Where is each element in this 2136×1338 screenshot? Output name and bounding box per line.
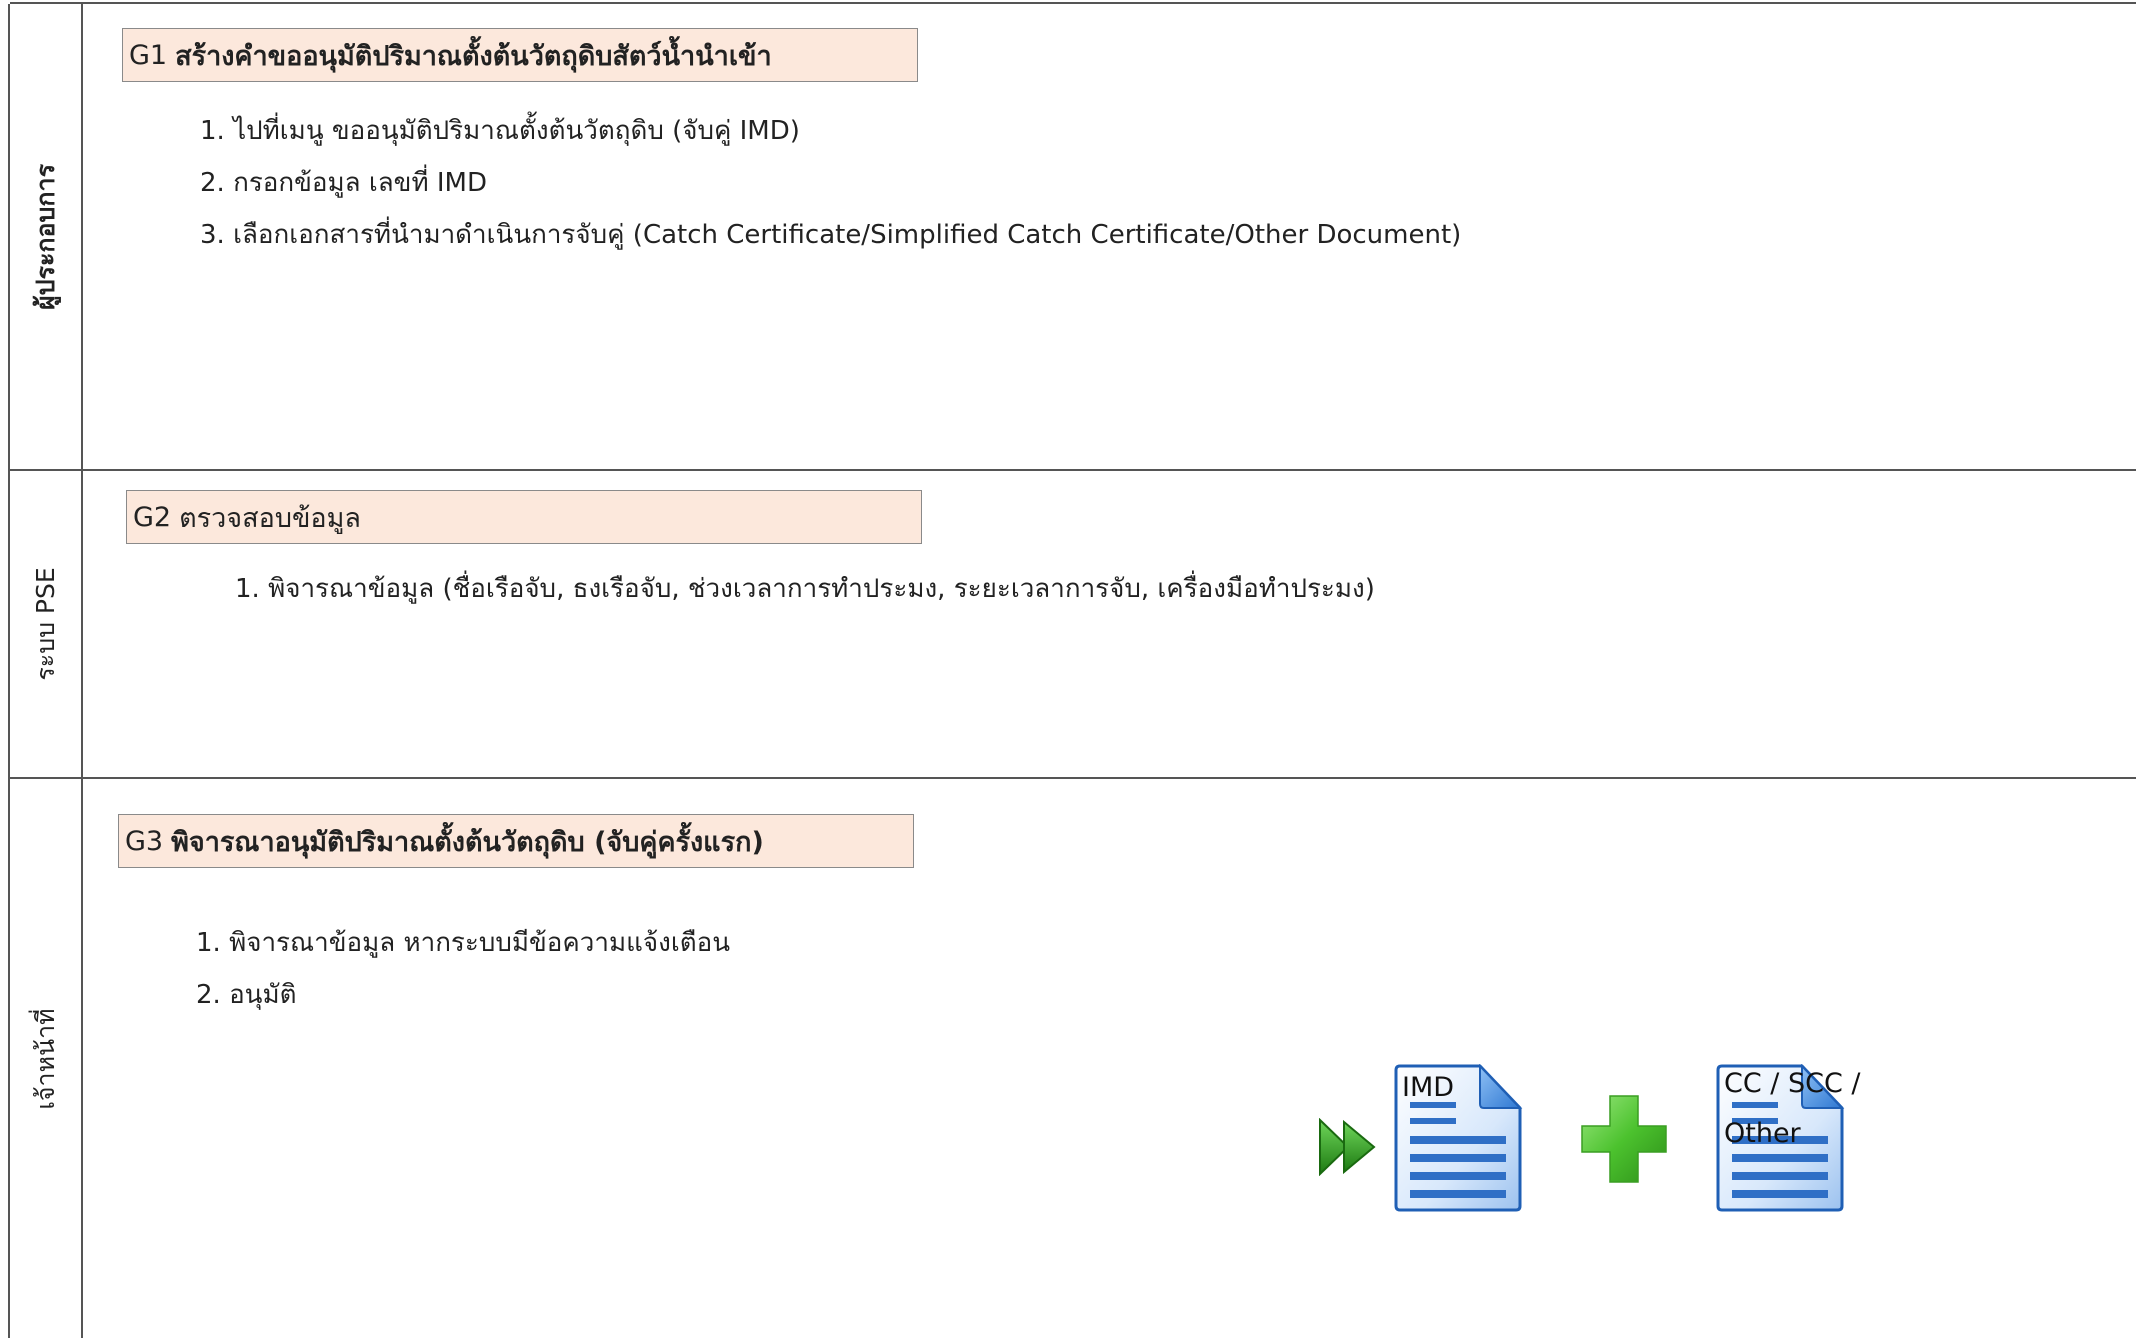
step-g2-code: G2 [133,501,172,533]
step-g1-code: G1 [129,39,168,71]
step-g1-box: G1 สร้างคำขออนุมัติปริมาณตั้งต้นวัตถุดิบ… [122,28,918,82]
imd-label: IMD [1402,1072,1455,1103]
lane-header-pse: ระบบ PSE [10,471,82,777]
top-border [10,2,2136,4]
lane-label-officer: เจ้าหน้าที่ [31,1007,60,1110]
lane-label-pse: ระบบ PSE [31,567,60,681]
step-g3-item-2: 2. อนุมัติ [196,980,297,1010]
step-g1-item-3: 3. เลือกเอกสารที่นำมาดำเนินการจับคู่ (Ca… [200,220,1462,250]
step-g3-title: พิจารณาอนุมัติปริมาณตั้งต้นวัตถุดิบ (จับ… [171,826,764,858]
fast-forward-icon [1318,1117,1378,1177]
plus-icon [1580,1094,1668,1184]
lane-label-operator: ผู้ประกอบการ [31,163,60,310]
step-g1-title: สร้างคำขออนุมัติปริมาณตั้งต้นวัตถุดิบสัต… [175,40,772,72]
step-g1-item-1: 1. ไปที่เมนู ขออนุมัติปริมาณตั้งต้นวัตถุ… [200,116,800,146]
step-g2-title: ตรวจสอบข้อมูล [179,502,361,534]
step-g2-item-1: 1. พิจารณาข้อมูล (ชื่อเรือจับ, ธงเรือจับ… [235,574,1375,604]
step-g3-item-1: 1. พิจารณาข้อมูล หากระบบมีข้อความแจ้งเตื… [196,928,730,958]
lane-divider-1 [10,469,2136,471]
lane-divider-2 [10,777,2136,779]
step-g2-box: G2 ตรวจสอบข้อมูล [126,490,922,544]
step-g3-box: G3 พิจารณาอนุมัติปริมาณตั้งต้นวัตถุดิบ (… [118,814,914,868]
step-g3-code: G3 [125,825,164,857]
lane-header-operator: ผู้ประกอบการ [10,4,82,469]
cc-label-line1: CC / SCC / [1724,1068,1861,1099]
lane-header-officer: เจ้าหน้าที่ [10,779,82,1338]
step-g1-item-2: 2. กรอกข้อมูล เลขที่ IMD [200,168,487,198]
swimlane-diagram: ผู้ประกอบการ ระบบ PSE เจ้าหน้าที่ G1 สร้… [0,0,2136,1338]
cc-label-line2: Other [1724,1118,1801,1149]
